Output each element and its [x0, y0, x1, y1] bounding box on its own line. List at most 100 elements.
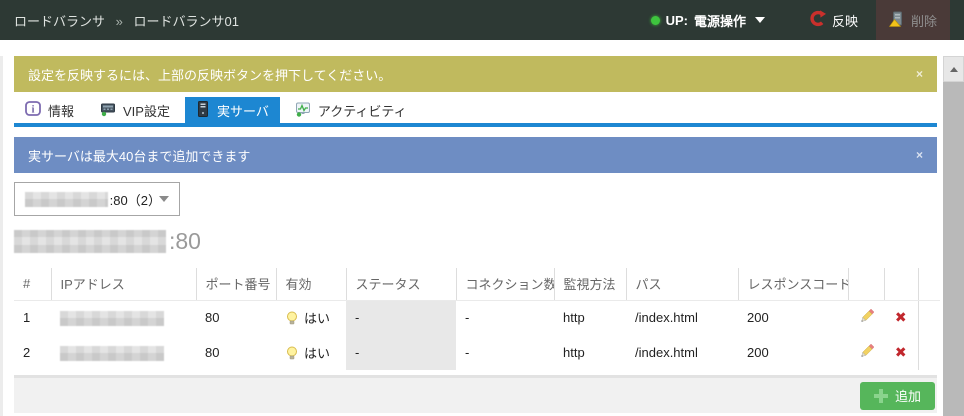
red-x-icon: ✖: [895, 309, 907, 325]
cell-port: 80: [196, 335, 276, 370]
tab-label: 実サーバ: [217, 101, 269, 120]
status-up-dot-icon: [651, 16, 660, 25]
cell-ip: [51, 335, 196, 370]
col-header-connections: コネクション数: [456, 268, 554, 300]
cell-filler: [918, 335, 940, 370]
chevron-down-icon: [159, 196, 169, 202]
cell-response-code: 200: [738, 300, 848, 335]
enabled-label: はい: [304, 346, 330, 361]
cell-port: 80: [196, 300, 276, 335]
info-close-icon[interactable]: ×: [916, 148, 923, 162]
col-header-filler: [918, 268, 940, 300]
tab-label: アクティビティ: [318, 101, 407, 120]
delete-row-button[interactable]: ✖: [884, 335, 918, 370]
cell-connections: -: [456, 300, 554, 335]
info-notice: 実サーバは最大40台まで追加できます ×: [14, 137, 937, 173]
col-header-status: ステータス: [346, 268, 456, 300]
cell-connections: -: [456, 335, 554, 370]
reflect-label: 反映: [832, 11, 858, 30]
red-x-icon: ✖: [895, 344, 907, 360]
chevron-down-icon: [755, 17, 765, 23]
tab-activity[interactable]: アクティビティ: [284, 97, 418, 123]
col-header-num: #: [14, 268, 51, 300]
cell-enabled: はい: [276, 335, 346, 370]
top-bar-actions: UP: 電源操作 反映 削除: [651, 0, 964, 40]
col-header-response-code: レスポンスコード: [738, 268, 848, 300]
add-server-button[interactable]: 追加: [860, 382, 935, 410]
table-row: 1 80 はい - - http /index.html 200 ✖: [14, 300, 940, 335]
cell-monitor: http: [554, 300, 626, 335]
activity-monitor-icon: [295, 101, 311, 120]
cell-num: 2: [14, 335, 51, 370]
col-header-delete: [884, 268, 918, 300]
power-operation-label: 電源操作: [694, 11, 746, 30]
tab-real-servers[interactable]: 実サーバ: [185, 97, 280, 123]
cell-num: 1: [14, 300, 51, 335]
vip-selector-dropdown[interactable]: :80（2）: [14, 182, 180, 216]
table-footer: 追加: [14, 375, 937, 413]
col-header-enabled: 有効: [276, 268, 346, 300]
col-header-ip: IPアドレス: [51, 268, 196, 300]
cell-monitor: http: [554, 335, 626, 370]
col-header-monitor: 監視方法: [554, 268, 626, 300]
vip-selector-value: :80（2）: [110, 190, 159, 209]
tab-bar: i 情報 VIP設定 実サーバ アクティビティ: [14, 97, 937, 127]
redacted-ip: [60, 311, 164, 326]
status-label: UP:: [666, 13, 688, 28]
svg-text:i: i: [32, 104, 35, 115]
delete-button[interactable]: 削除: [876, 0, 950, 40]
lightbulb-icon: [285, 313, 299, 328]
cell-path: /index.html: [626, 300, 738, 335]
edit-row-button[interactable]: [848, 300, 884, 335]
tab-label: VIP設定: [123, 101, 170, 120]
real-servers-table: # IPアドレス ポート番号 有効 ステータス コネクション数 監視方法 パス …: [14, 268, 940, 370]
breadcrumb-current: ロードバランサ01: [134, 14, 239, 29]
top-bar: ロードバランサ » ロードバランサ01 UP: 電源操作 反映 削除: [0, 0, 964, 40]
chevron-up-icon: [950, 67, 958, 72]
vertical-scrollbar[interactable]: [943, 56, 964, 416]
pencil-icon: [859, 347, 874, 362]
cell-status: -: [346, 300, 456, 335]
tab-info[interactable]: i 情報: [14, 97, 85, 123]
load-balancer-screen: ロードバランサ » ロードバランサ01 UP: 電源操作 反映 削除: [0, 0, 964, 416]
lightbulb-icon: [285, 348, 299, 363]
content-area: 設定を反映するには、上部の反映ボタンを押下してください。 × i 情報 VIP設…: [14, 56, 937, 413]
cell-path: /index.html: [626, 335, 738, 370]
edit-row-button[interactable]: [848, 335, 884, 370]
delete-row-button[interactable]: ✖: [884, 300, 918, 335]
col-header-port: ポート番号: [196, 268, 276, 300]
server-icon: [196, 101, 210, 120]
tab-label: 情報: [48, 101, 74, 120]
cell-status: -: [346, 335, 456, 370]
cell-ip: [51, 300, 196, 335]
delete-label: 削除: [911, 11, 937, 30]
reflect-icon: [809, 10, 826, 30]
vip-network-icon: [100, 101, 116, 120]
pencil-icon: [859, 312, 874, 327]
scrollbar-up-button[interactable]: [943, 56, 964, 82]
warning-notice: 設定を反映するには、上部の反映ボタンを押下してください。 ×: [14, 56, 937, 92]
info-notice-text: 実サーバは最大40台まで追加できます: [28, 146, 250, 165]
cell-enabled: はい: [276, 300, 346, 335]
delete-server-warning-icon: [889, 11, 905, 30]
col-header-path: パス: [626, 268, 738, 300]
power-operation-dropdown[interactable]: UP: 電源操作: [651, 11, 791, 30]
redacted-ip: [14, 230, 166, 253]
tab-vip-settings[interactable]: VIP設定: [89, 97, 181, 123]
redacted-ip: [25, 192, 108, 207]
add-button-label: 追加: [895, 386, 921, 405]
info-icon: i: [25, 101, 41, 120]
col-header-edit: [848, 268, 884, 300]
redacted-ip: [60, 346, 164, 361]
page-body: 設定を反映するには、上部の反映ボタンを押下してください。 × i 情報 VIP設…: [0, 56, 964, 416]
warning-close-icon[interactable]: ×: [916, 67, 923, 81]
table-row: 2 80 はい - - http /index.html 200 ✖: [14, 335, 940, 370]
breadcrumb-separator: »: [116, 14, 123, 29]
table-header-row: # IPアドレス ポート番号 有効 ステータス コネクション数 監視方法 パス …: [14, 268, 940, 300]
reflect-button[interactable]: 反映: [791, 10, 876, 30]
breadcrumb: ロードバランサ » ロードバランサ01: [14, 11, 239, 30]
enabled-label: はい: [304, 311, 330, 326]
warning-notice-text: 設定を反映するには、上部の反映ボタンを押下してください。: [28, 65, 391, 84]
breadcrumb-parent[interactable]: ロードバランサ: [14, 14, 105, 29]
plus-icon: [874, 389, 888, 403]
